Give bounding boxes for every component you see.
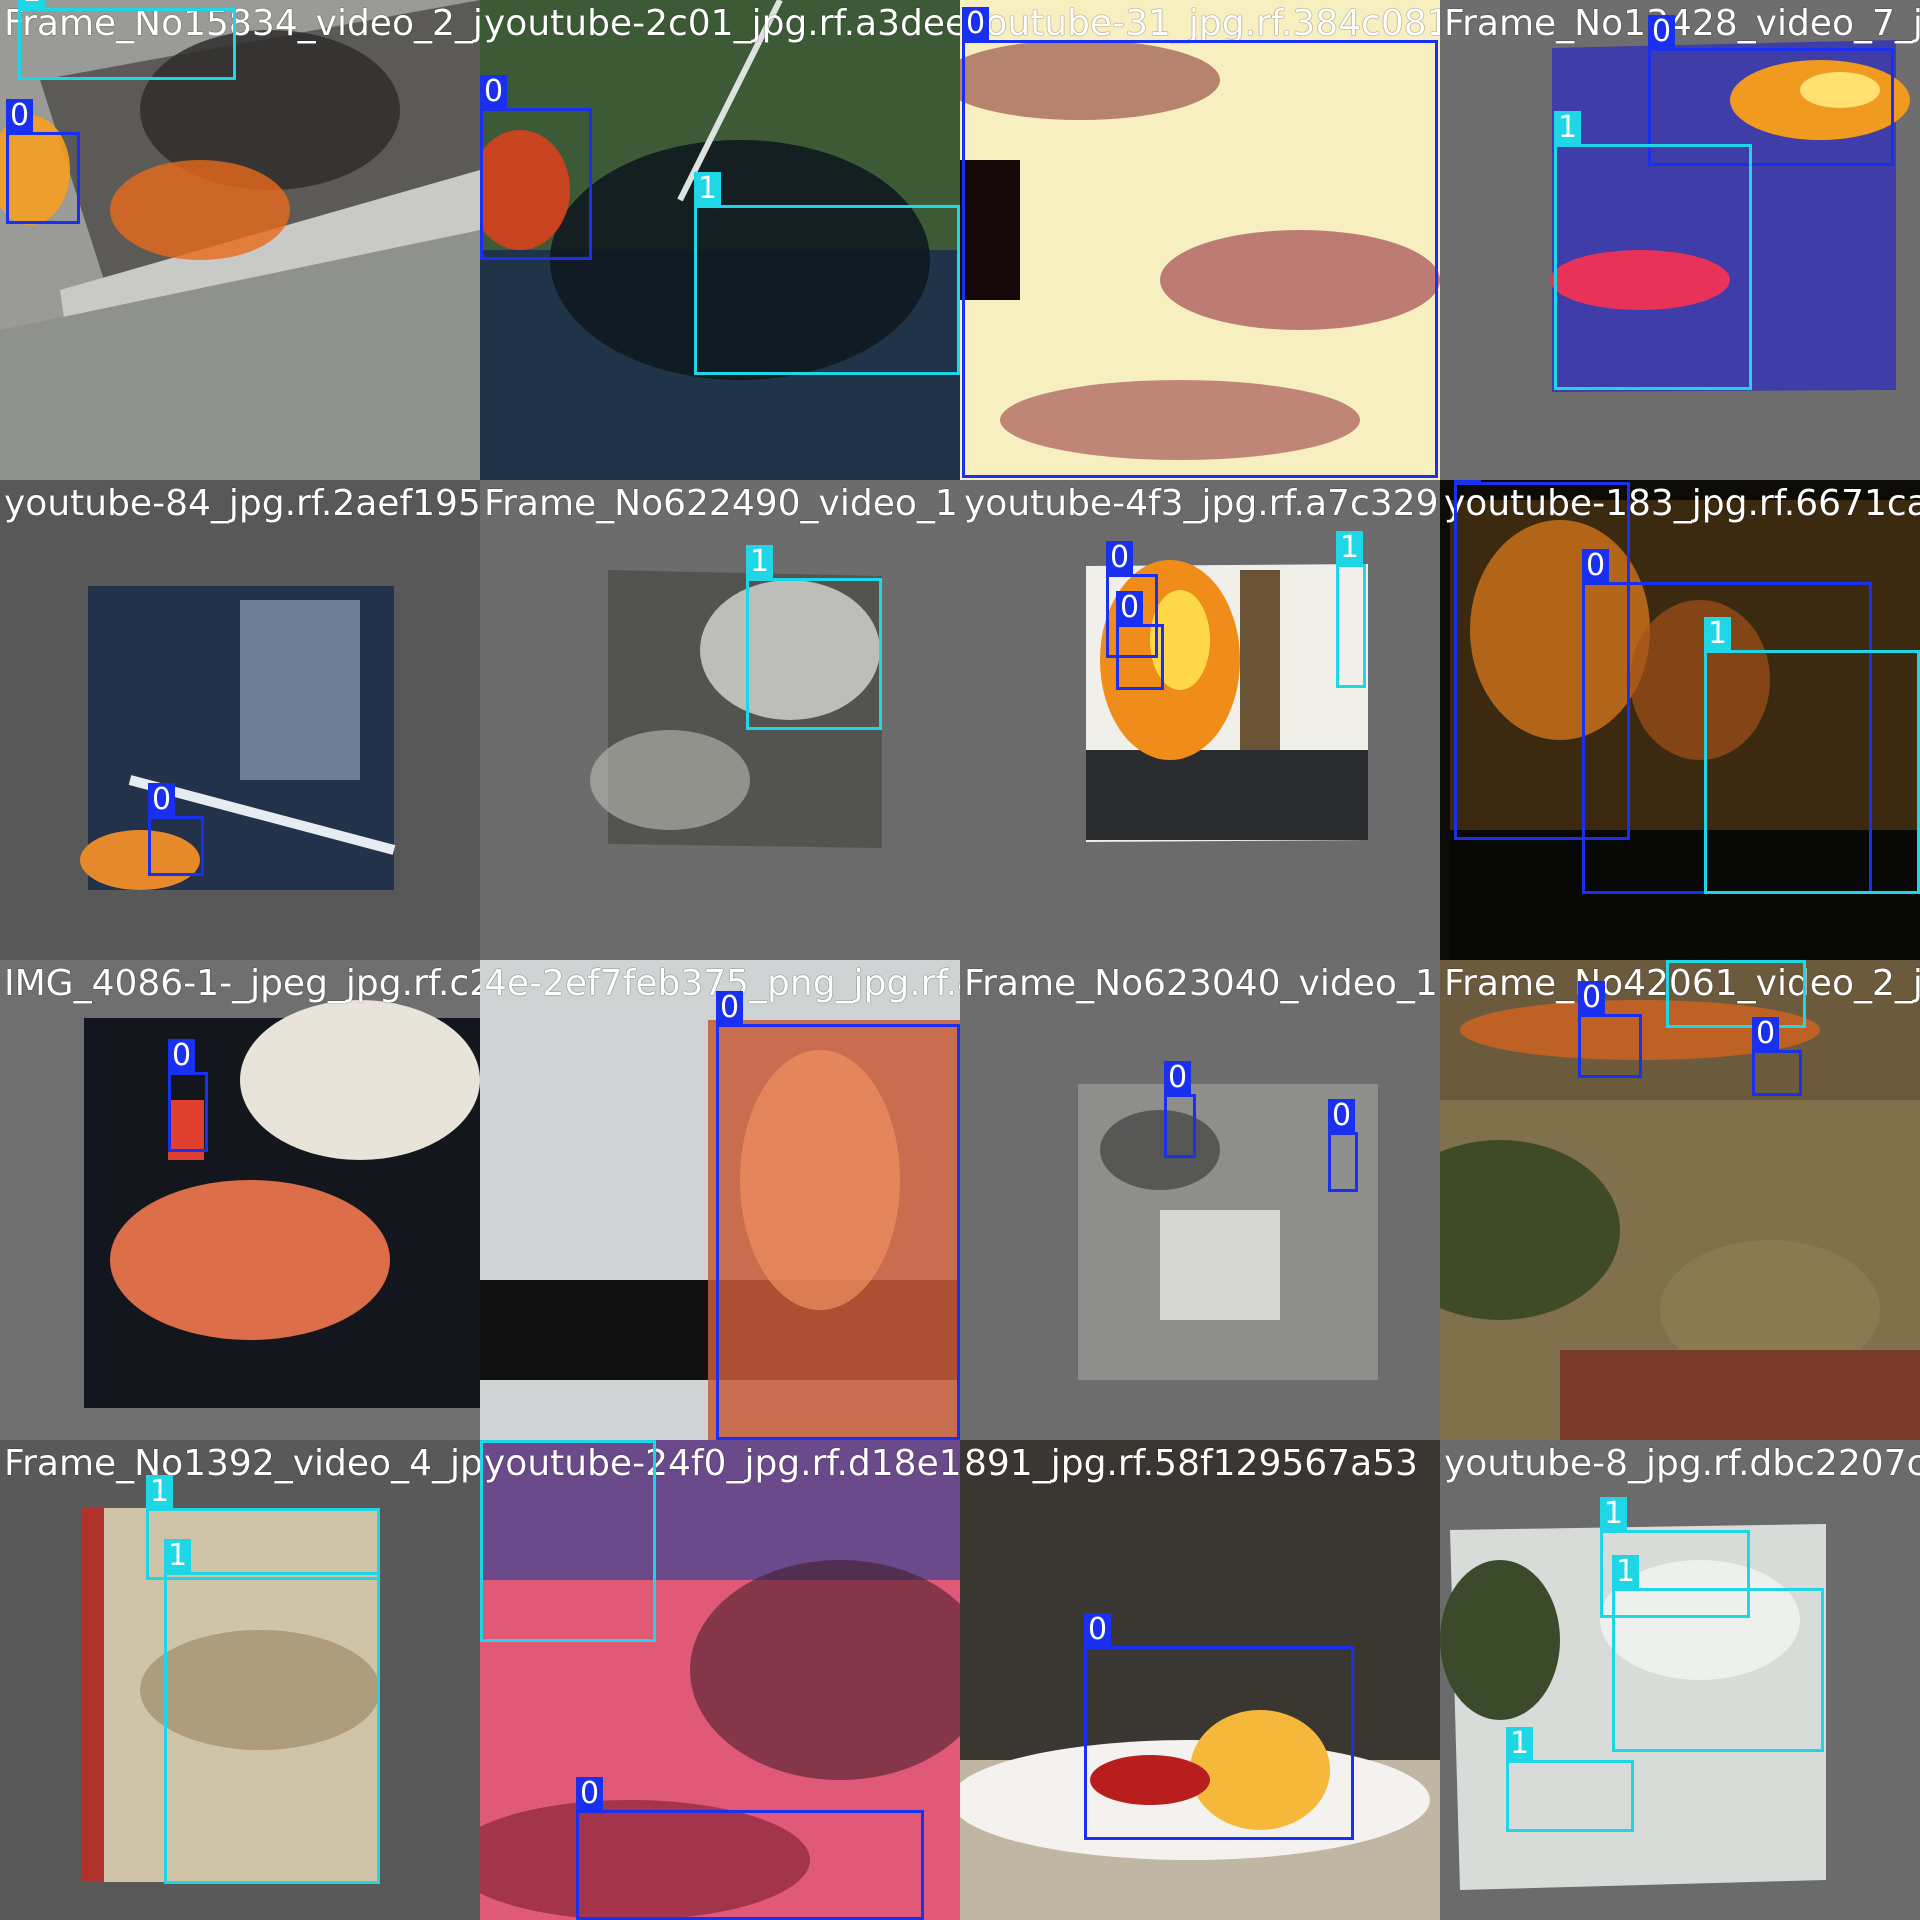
bbox-class-0: 0	[962, 7, 1438, 478]
class-label: 0	[1116, 591, 1144, 625]
bbox-class-1: 1	[1506, 1727, 1634, 1832]
bbox-class-0: 0	[1578, 981, 1642, 1078]
class-label: 1	[164, 1539, 192, 1573]
bbox-class-0: 0	[1116, 591, 1164, 690]
bbox-class-0: 0	[168, 1039, 208, 1152]
class-label: 0	[1454, 480, 1482, 483]
class-label: 1	[1600, 1497, 1628, 1531]
class-label: 1	[746, 545, 774, 579]
class-label: 0	[1752, 1017, 1780, 1051]
bbox-class-0: 0	[576, 1777, 924, 1920]
image-tile: Frame_No622490_video_17_jpg 1	[480, 480, 960, 960]
image-tile: Frame_No42061_video_2_jpg 0 1 0	[1440, 960, 1920, 1440]
bbox-class-1: 1	[1554, 111, 1752, 390]
image-tile: youtube-31_jpg.rf.384c081d2b76 0	[960, 0, 1440, 480]
image-tile: youtube-4f3_jpg.rf.a7c32991 0 0 1	[960, 480, 1440, 960]
class-label: 0	[1164, 1061, 1192, 1095]
image-tile: Frame_No13428_video_7_jpg 0 1	[1440, 0, 1920, 480]
class-label: 0	[1648, 15, 1676, 49]
bbox-class-1: 1	[1612, 1555, 1824, 1752]
image-tile: youtube-2c01_jpg.rf.a3deebe 0 1	[480, 0, 960, 480]
class-label: 1	[1666, 960, 1694, 961]
class-label: 0	[1328, 1099, 1356, 1133]
bbox-class-0: 0	[6, 99, 80, 224]
bbox-class-1: 1	[746, 545, 882, 730]
class-label: 1	[18, 0, 46, 9]
image-tile: Frame_No623040_video_17_jpg 0 0	[960, 960, 1440, 1440]
class-label: 0	[716, 991, 744, 1025]
bbox-class-1: 1	[1666, 960, 1806, 1028]
class-label: 1	[1336, 531, 1364, 565]
class-label: 0	[962, 7, 990, 41]
image-tile: youtube-24f0_jpg.rf.d18e1dd 1 0	[480, 1440, 960, 1920]
image-tile: 4e-2ef7feb375_png_jpg.rf.4f94 0	[480, 960, 960, 1440]
bbox-class-1: 1	[1704, 617, 1920, 894]
bbox-class-1: 1	[480, 1440, 656, 1642]
tile-image	[0, 960, 480, 1440]
bbox-class-0: 0	[716, 991, 960, 1440]
tile-image	[0, 480, 480, 960]
class-label: 0	[480, 75, 508, 109]
image-tile: IMG_4086-1-_jpeg_jpg.rf.c2 0	[0, 960, 480, 1440]
class-label: 1	[1612, 1555, 1640, 1589]
tile-image	[960, 480, 1440, 960]
class-label: 1	[1554, 111, 1582, 145]
class-label: 0	[148, 783, 176, 817]
bbox-class-1: 1	[164, 1539, 380, 1884]
image-tile: Frame_No1392_video_4_jpg 1 1	[0, 1440, 480, 1920]
class-label: 0	[168, 1039, 196, 1073]
image-tile: youtube-84_jpg.rf.2aef19500f 0	[0, 480, 480, 960]
detection-mosaic: Frame_No15834_video_2_jpg 1 0 youtube-2c…	[0, 0, 1920, 1920]
class-label: 0	[6, 99, 34, 133]
bbox-class-0: 0	[480, 75, 592, 260]
class-label: 0	[1578, 981, 1606, 1015]
bbox-class-0: 0	[148, 783, 204, 876]
bbox-class-0: 0	[1084, 1613, 1354, 1840]
class-label: 0	[576, 1777, 604, 1811]
class-label: 0	[1106, 541, 1134, 575]
bbox-class-0: 0	[1752, 1017, 1802, 1096]
image-tile: Frame_No15834_video_2_jpg 1 0	[0, 0, 480, 480]
class-label: 1	[694, 172, 722, 206]
image-tile: 891_jpg.rf.58f129567a53 0	[960, 1440, 1440, 1920]
tile-image	[1440, 960, 1920, 1440]
bbox-class-1: 1	[1336, 531, 1366, 688]
bbox-class-1: 1	[18, 0, 236, 80]
class-label: 1	[146, 1475, 174, 1509]
class-label: 0	[1582, 549, 1610, 583]
image-tile: youtube-8_jpg.rf.dbc2207c 1 1 1	[1440, 1440, 1920, 1920]
class-label: 1	[1506, 1727, 1534, 1761]
bbox-class-0: 0	[1164, 1061, 1196, 1158]
bbox-class-0: 0	[1328, 1099, 1358, 1192]
class-label: 1	[480, 1440, 508, 1441]
bbox-class-1: 1	[694, 172, 960, 375]
class-label: 0	[1084, 1613, 1112, 1647]
image-tile: youtube-183_jpg.rf.6671ca00 0 0 1	[1440, 480, 1920, 960]
class-label: 1	[1704, 617, 1732, 651]
tile-image	[480, 480, 960, 960]
tile-image	[960, 960, 1440, 1440]
